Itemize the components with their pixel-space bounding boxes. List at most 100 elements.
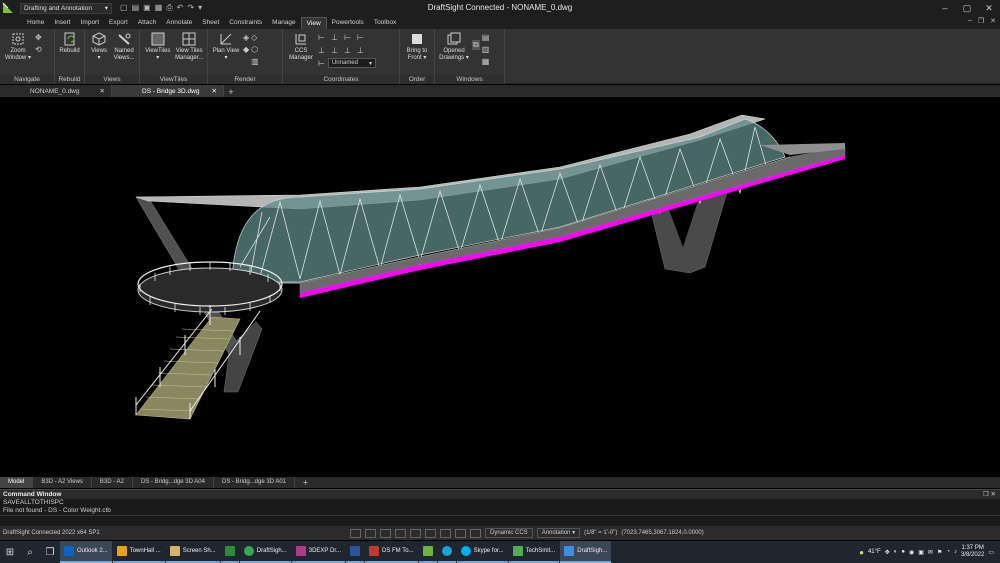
cursor-icon[interactable] — [365, 528, 376, 538]
taskbar-app-skype[interactable]: Skype for... — [456, 541, 508, 563]
close-icon[interactable]: ✕ — [100, 87, 105, 95]
ribbon-restore-icon[interactable]: ❐ — [978, 17, 984, 25]
orbit-icon[interactable]: ⟲ — [35, 45, 42, 54]
viewtiles-button[interactable]: ViewTiles ▾ — [143, 32, 173, 62]
tray-app-icon[interactable]: ● — [901, 549, 905, 555]
tab-toolbox[interactable]: Toolbox — [369, 17, 401, 29]
restore-icon[interactable]: ❐ — [983, 491, 989, 498]
polar-icon[interactable] — [410, 528, 421, 538]
notifications-icon[interactable]: ▭ — [988, 549, 994, 556]
rebuild-button[interactable]: Rebuild — [58, 32, 81, 55]
annotation-toggle[interactable]: Annotation ▾ — [536, 528, 581, 538]
tab-insert[interactable]: Insert — [49, 17, 75, 29]
tab-sheet[interactable]: Sheet — [197, 17, 224, 29]
task-view-icon[interactable]: ❒ — [40, 541, 60, 563]
ribbon-close-icon[interactable]: ✕ — [990, 17, 996, 25]
taskbar-app-draftsight[interactable]: DraftSigh... — [560, 541, 612, 563]
render-wire-icon[interactable]: ◇ — [251, 33, 259, 42]
ccs-origin-icon[interactable]: ⊥ — [331, 33, 338, 42]
taskbar-app-cloud[interactable] — [437, 541, 456, 563]
tray-app-icon[interactable]: ◉ — [909, 549, 914, 556]
add-layout-plus-icon[interactable]: + — [295, 477, 316, 488]
views-button[interactable]: Views ▾ — [88, 32, 110, 62]
layout-tab-model[interactable]: Model — [0, 477, 34, 488]
layout-tab-b3d-a2[interactable]: B3D - A2 — [92, 477, 133, 488]
esnap-icon[interactable] — [425, 528, 436, 538]
tab-manage[interactable]: Manage — [267, 17, 301, 29]
tray-app-icon[interactable]: ⚑ — [937, 549, 942, 556]
ccs-combo[interactable]: Unnamed ▾ — [327, 58, 376, 68]
named-views-button[interactable]: Named Views... — [112, 32, 136, 62]
tab-view[interactable]: View — [300, 17, 327, 29]
doc-tab-noname[interactable]: NONAME_0.dwg ✕ — [0, 85, 112, 97]
lineweight-icon[interactable] — [455, 528, 466, 538]
customize-icon[interactable]: ▾ — [198, 3, 202, 13]
render-shaded-icon[interactable]: ◈ — [243, 33, 249, 42]
save-icon[interactable]: ▣ — [143, 3, 151, 13]
taskbar-app-townhall[interactable]: TownHall ... — [112, 541, 165, 563]
render-hidden-icon[interactable]: ⬡ — [251, 45, 259, 54]
dynamic-ccs-toggle[interactable]: Dynamic CCS — [485, 528, 533, 538]
ccs-z-icon[interactable]: ⊥ — [318, 46, 325, 55]
zoom-window-button[interactable]: Zoom Window ▾ — [3, 32, 33, 62]
close-icon[interactable]: ✕ — [978, 0, 1000, 16]
volume-icon[interactable]: ♪ — [954, 549, 957, 555]
maximize-icon[interactable]: ▢ — [956, 0, 978, 16]
bring-to-front-button[interactable]: Bring to Front ▾ — [403, 32, 431, 62]
undo-icon[interactable]: ↶ — [177, 3, 184, 13]
taskbar-app-screenshots[interactable]: Screen Sh... — [165, 541, 220, 563]
print-icon[interactable]: ⎙ — [166, 3, 172, 13]
viewtiles-manager-button[interactable]: View Tiles Manager... — [175, 32, 205, 62]
tray-app-icon[interactable]: ✥ — [885, 549, 890, 556]
taskbar-app-outlook[interactable]: Outlook 2... — [60, 541, 112, 563]
clock[interactable]: 1:37 PM 3/8/2022 — [961, 545, 984, 559]
render-flat-icon[interactable]: ▥ — [251, 57, 259, 66]
tile-vertical-icon[interactable]: ▥ — [482, 45, 490, 54]
snap-icon[interactable] — [350, 528, 361, 538]
ccs-world-icon[interactable]: ⊢ — [318, 33, 325, 42]
layout-tab-a04[interactable]: DS - Bridg...dge 3D A04 — [133, 477, 214, 488]
taskbar-app-chrome[interactable]: DraftSigh... — [239, 541, 291, 563]
taskbar-app-excel[interactable] — [418, 541, 437, 563]
annotation-scale[interactable]: (1/8" = 1'-0") — [584, 530, 617, 536]
taskbar-app-word[interactable] — [346, 541, 364, 563]
drawing-canvas[interactable] — [0, 97, 1000, 477]
weather-temp[interactable]: 41°F — [868, 549, 881, 555]
grid-icon[interactable] — [380, 528, 391, 538]
tray-app-icon[interactable]: ◐ — [894, 549, 898, 555]
layout-tab-a01[interactable]: DS - Bridg...dge 3D A01 — [214, 477, 296, 488]
save-all-icon[interactable]: ▦ — [155, 3, 163, 13]
ccs-y-icon[interactable]: ⊢ — [357, 33, 364, 42]
ortho-icon[interactable] — [395, 528, 406, 538]
tab-attach[interactable]: Attach — [133, 17, 161, 29]
tray-app-icon[interactable]: ✉ — [928, 549, 933, 556]
tile-horizontal-icon[interactable]: ▤ — [482, 33, 490, 42]
new-tab-plus-icon[interactable]: + — [224, 87, 238, 97]
search-icon[interactable]: ⌕ — [20, 541, 40, 563]
opened-drawings-button[interactable]: Opened Drawings ▾ — [438, 32, 470, 62]
network-icon[interactable]: ◔ — [946, 549, 950, 555]
redo-icon[interactable]: ↷ — [187, 3, 194, 13]
windows-start-icon[interactable]: ⊞ — [0, 541, 20, 563]
ccs-view-icon[interactable]: ⊥ — [331, 46, 338, 55]
ccs-object-icon[interactable]: ⊥ — [344, 46, 351, 55]
render-solid-icon[interactable]: ◆ — [243, 45, 249, 54]
layout-tab-b3d-a2-views[interactable]: B3D - A2 Views — [33, 477, 92, 488]
tab-import[interactable]: Import — [76, 17, 104, 29]
close-icon[interactable]: ✕ — [212, 87, 217, 95]
pan-icon[interactable]: ✥ — [35, 33, 42, 42]
app-logo-icon[interactable] — [0, 0, 16, 16]
doc-tab-bridge[interactable]: DS - Bridge 3D.dwg ✕ — [112, 85, 224, 97]
tab-annotate[interactable]: Annotate — [161, 17, 197, 29]
quick-input-icon[interactable] — [470, 528, 481, 538]
tab-home[interactable]: Home — [22, 17, 49, 29]
tab-export[interactable]: Export — [104, 17, 133, 29]
etrack-icon[interactable] — [440, 528, 451, 538]
taskbar-app-green[interactable] — [220, 541, 239, 563]
tab-powertools[interactable]: Powertools — [327, 17, 369, 29]
ccs-3point-icon[interactable]: ⊥ — [357, 46, 364, 55]
taskbar-app-techsmith[interactable]: TechSmit... — [508, 541, 560, 563]
workspace-dropdown[interactable]: Drafting and Annotation ▾ — [20, 2, 112, 14]
taskbar-app-dsfm[interactable]: DS FM To... — [365, 541, 418, 563]
tile-grid-icon[interactable]: ▦ — [482, 57, 490, 66]
